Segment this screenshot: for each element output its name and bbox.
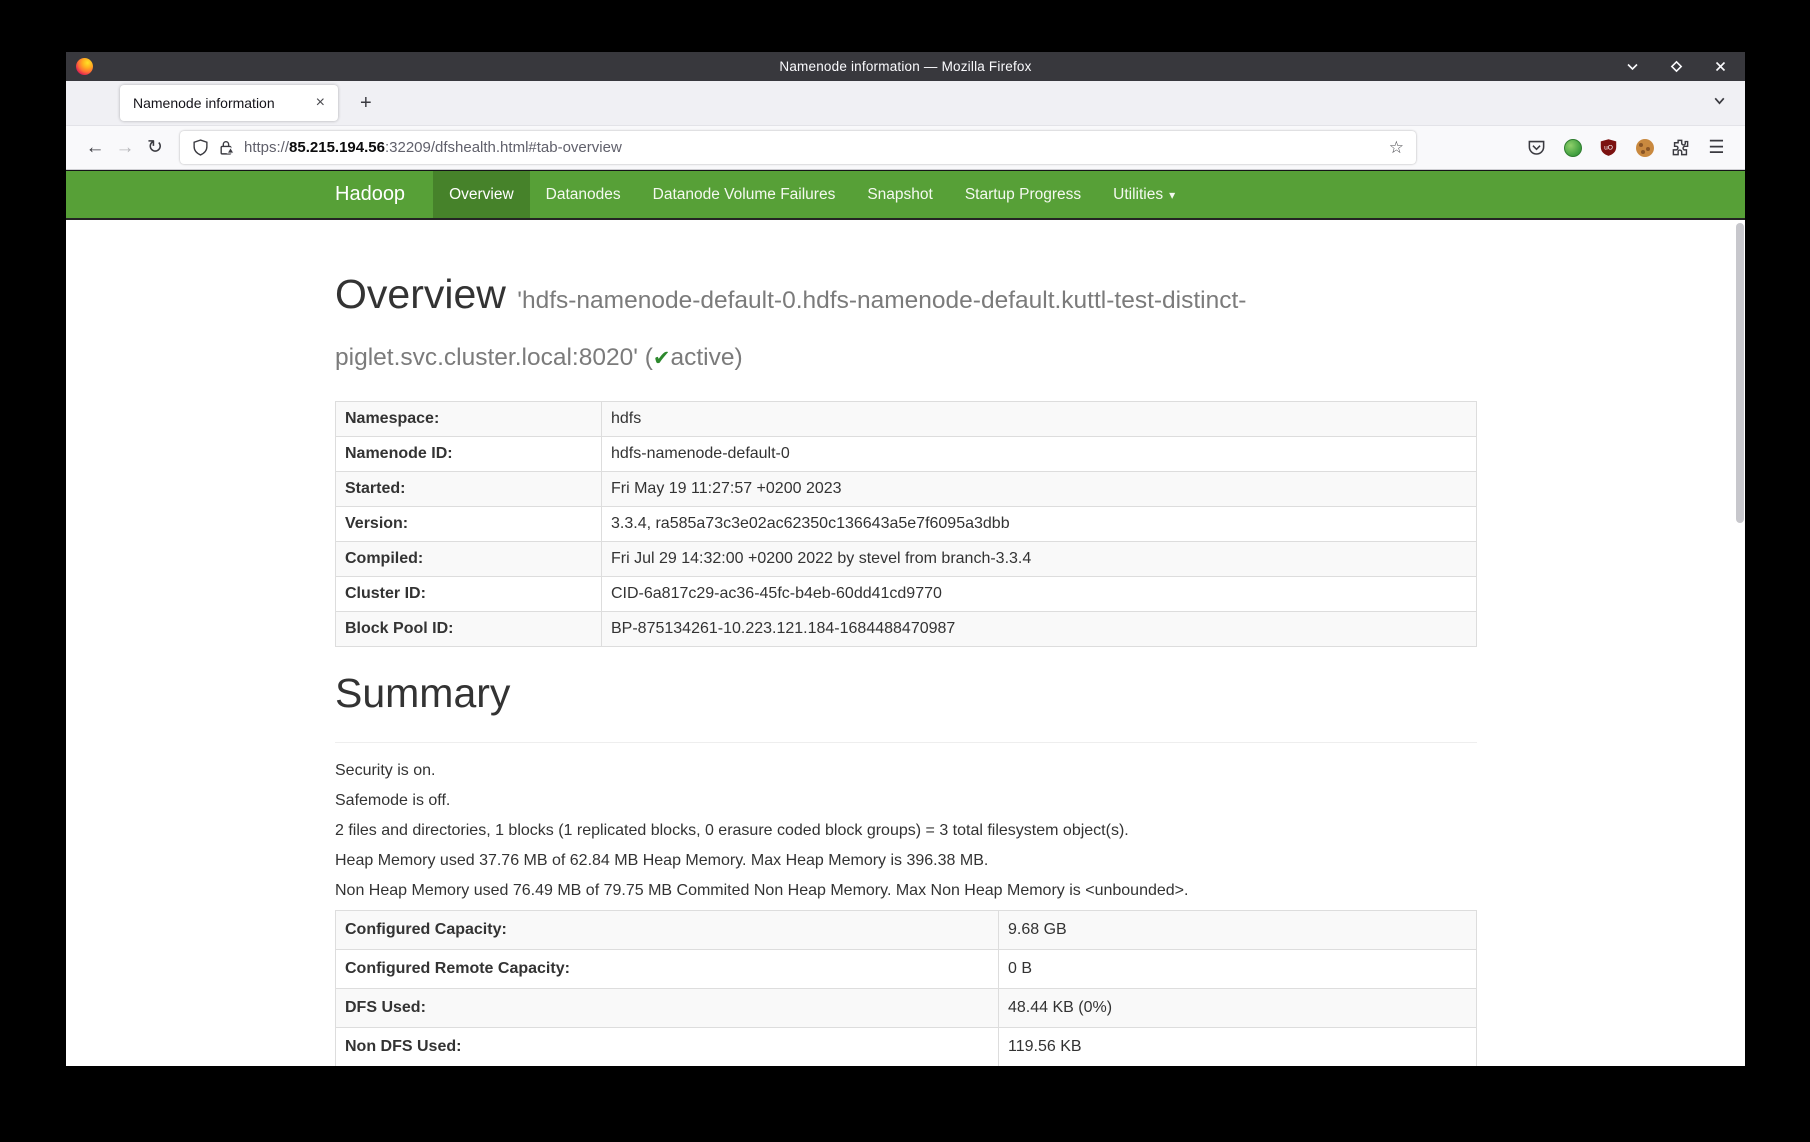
extension-green-icon[interactable] (1562, 137, 1583, 158)
menu-hamburger-icon[interactable]: ☰ (1706, 137, 1727, 158)
row-value: Fri May 19 11:27:57 +0200 2023 (602, 472, 1477, 507)
url-host: 85.215.194.56 (289, 139, 385, 156)
url-path: :32209/dfshealth.html#tab-overview (385, 139, 622, 156)
table-row: Namenode ID:hdfs-namenode-default-0 (336, 437, 1477, 472)
window-controls (1505, 60, 1745, 74)
hadoop-brand[interactable]: Hadoop (335, 171, 433, 218)
nav-item-startup-progress[interactable]: Startup Progress (949, 171, 1097, 218)
row-value: hdfs-namenode-default-0 (602, 437, 1477, 472)
hadoop-nav-items: OverviewDatanodesDatanode Volume Failure… (433, 171, 1191, 218)
maximize-button[interactable] (1669, 60, 1683, 74)
list-all-tabs-button[interactable] (1712, 93, 1727, 113)
row-value: 119.56 KB (999, 1027, 1477, 1066)
svg-text:uO: uO (1604, 144, 1613, 151)
row-label: Namespace: (336, 402, 602, 437)
nav-item-datanode-volume-failures[interactable]: Datanode Volume Failures (637, 171, 852, 218)
firefox-view-button[interactable] (82, 92, 104, 114)
summary-lines: Security is on. Safemode is off. 2 files a… (335, 760, 1477, 901)
hadoop-navbar: Hadoop OverviewDatanodesDatanode Volume … (66, 170, 1745, 220)
lock-warning-icon[interactable] (218, 139, 235, 156)
table-row: DFS Used:48.44 KB (0%) (336, 988, 1477, 1027)
summary-line: Safemode is off. (335, 790, 1477, 811)
table-row: Namespace:hdfs (336, 402, 1477, 437)
row-label: Compiled: (336, 542, 602, 577)
summary-line: Security is on. (335, 760, 1477, 781)
cookie-icon[interactable] (1634, 137, 1655, 158)
firefox-icon (76, 58, 93, 75)
back-button[interactable]: ← (80, 133, 110, 163)
desktop: { "titlebar": { "title": "Namenode infor… (0, 0, 1810, 1142)
extensions-puzzle-icon[interactable] (1670, 137, 1691, 158)
forward-button[interactable]: → (110, 133, 140, 163)
tab-strip: Namenode information × + (66, 81, 1745, 126)
row-label: Cluster ID: (336, 577, 602, 612)
table-row: Configured Capacity:9.68 GB (336, 910, 1477, 949)
row-value: CID-6a817c29-ac36-45fc-b4eb-60dd41cd9770 (602, 577, 1477, 612)
content-container: Overview 'hdfs-namenode-default-0.hdfs-n… (335, 220, 1477, 1066)
table-row: Block Pool ID:BP-875134261-10.223.121.18… (336, 612, 1477, 647)
scrollbar-thumb[interactable] (1736, 223, 1744, 523)
reload-button[interactable]: ↻ (140, 133, 170, 163)
summary-line: 2 files and directories, 1 blocks (1 rep… (335, 820, 1477, 841)
row-value: 48.44 KB (0%) (999, 988, 1477, 1027)
new-tab-button[interactable]: + (352, 92, 380, 115)
url-bar[interactable]: https://85.215.194.56:32209/dfshealth.ht… (180, 131, 1416, 164)
capacity-table: Configured Capacity:9.68 GBConfigured Re… (335, 910, 1477, 1066)
summary-line: Heap Memory used 37.76 MB of 62.84 MB He… (335, 850, 1477, 871)
window-titlebar: Namenode information — Mozilla Firefox (66, 52, 1745, 81)
row-label: Namenode ID: (336, 437, 602, 472)
navigation-toolbar: ← → ↻ https://85.215.194.56:32209/dfshea… (66, 126, 1745, 170)
nav-item-snapshot[interactable]: Snapshot (851, 171, 949, 218)
page-content: Overview 'hdfs-namenode-default-0.hdfs-n… (66, 220, 1745, 1066)
active-check-icon: ✔ (653, 347, 671, 370)
row-value: Fri Jul 29 14:32:00 +0200 2022 by stevel… (602, 542, 1477, 577)
summary-heading: Summary (335, 665, 1477, 722)
row-label: Configured Capacity: (336, 910, 999, 949)
tab-namenode-information[interactable]: Namenode information × (120, 85, 338, 121)
row-label: Non DFS Used: (336, 1027, 999, 1066)
overview-title: Overview (335, 271, 506, 317)
nav-item-utilities[interactable]: Utilities▾ (1097, 171, 1191, 218)
nav-item-overview[interactable]: Overview (433, 171, 530, 218)
table-row: Version:3.3.4, ra585a73c3e02ac62350c1366… (336, 507, 1477, 542)
row-label: DFS Used: (336, 988, 999, 1027)
row-label: Started: (336, 472, 602, 507)
row-value: BP-875134261-10.223.121.184-168448847098… (602, 612, 1477, 647)
summary-divider (335, 742, 1477, 743)
toolbar-extensions: uO ☰ (1526, 137, 1731, 158)
minimize-button[interactable] (1625, 60, 1639, 74)
tab-title: Namenode information (133, 95, 311, 111)
browser-window: Namenode information — Mozilla Firefox N… (66, 52, 1745, 1066)
row-label: Configured Remote Capacity: (336, 949, 999, 988)
url-scheme: https:// (244, 139, 289, 156)
window-title: Namenode information — Mozilla Firefox (306, 59, 1505, 74)
nav-item-datanodes[interactable]: Datanodes (530, 171, 637, 218)
table-row: Compiled:Fri Jul 29 14:32:00 +0200 2022 … (336, 542, 1477, 577)
caret-down-icon: ▾ (1169, 188, 1175, 202)
tab-close-icon[interactable]: × (311, 94, 330, 112)
row-value: 0 B (999, 949, 1477, 988)
row-label: Block Pool ID: (336, 612, 602, 647)
table-row: Non DFS Used:119.56 KB (336, 1027, 1477, 1066)
row-value: hdfs (602, 402, 1477, 437)
close-button[interactable] (1713, 60, 1727, 74)
row-value: 9.68 GB (999, 910, 1477, 949)
titlebar-left (66, 58, 306, 75)
bookmark-star-icon[interactable]: ☆ (1389, 138, 1404, 158)
namenode-info-table: Namespace:hdfsNamenode ID:hdfs-namenode-… (335, 401, 1477, 647)
pocket-icon[interactable] (1526, 137, 1547, 158)
shield-icon[interactable] (192, 139, 209, 156)
table-row: Started:Fri May 19 11:27:57 +0200 2023 (336, 472, 1477, 507)
ublock-origin-icon[interactable]: uO (1598, 137, 1619, 158)
table-row: Cluster ID:CID-6a817c29-ac36-45fc-b4eb-6… (336, 577, 1477, 612)
summary-line: Non Heap Memory used 76.49 MB of 79.75 M… (335, 880, 1477, 901)
row-value: 3.3.4, ra585a73c3e02ac62350c136643a5e7f6… (602, 507, 1477, 542)
overview-heading: Overview 'hdfs-namenode-default-0.hdfs-n… (335, 266, 1477, 379)
table-row: Configured Remote Capacity:0 B (336, 949, 1477, 988)
row-label: Version: (336, 507, 602, 542)
